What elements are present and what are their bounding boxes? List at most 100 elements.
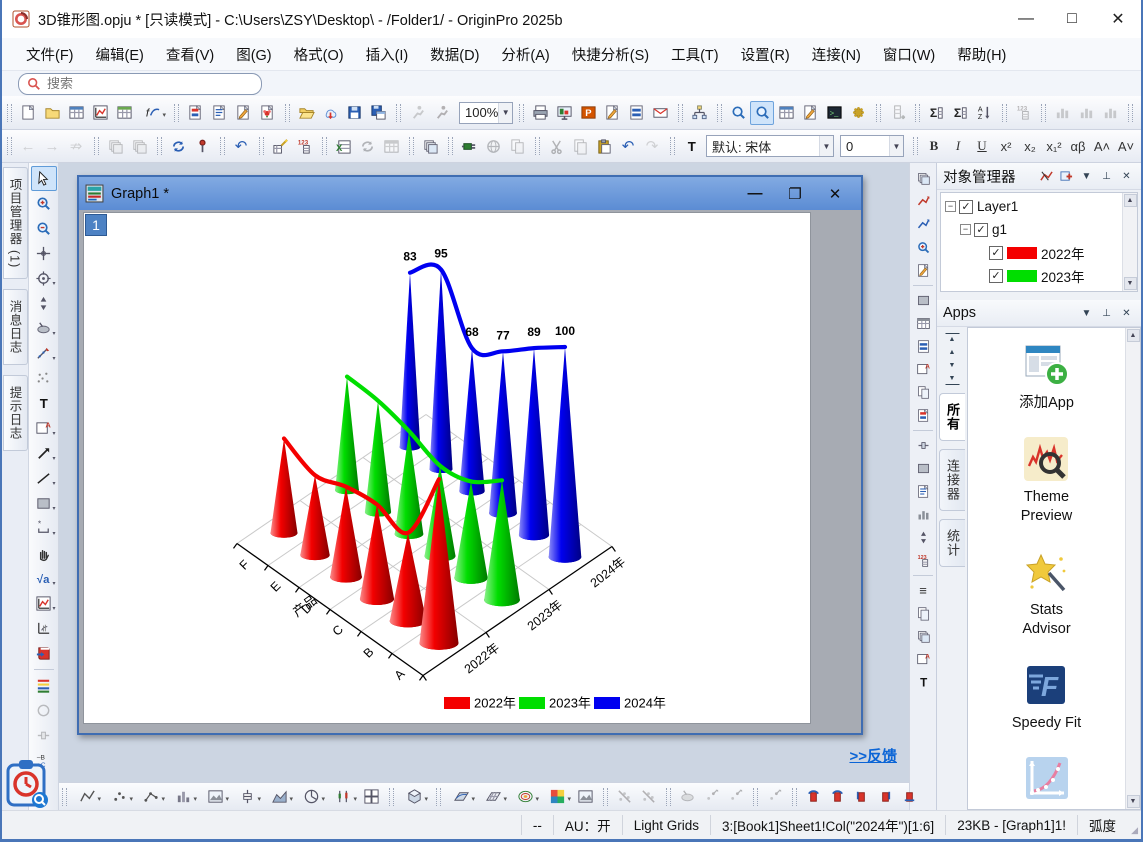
edit-worksheet-icon[interactable] [798, 101, 822, 125]
undo-edit-icon[interactable]: ↶ [616, 134, 640, 158]
apps-scroll-down-icon[interactable]: ▼ [1127, 795, 1140, 808]
line-plot-icon[interactable] [71, 785, 103, 809]
polar-chart-icon[interactable] [295, 785, 327, 809]
zoom-in-tool[interactable] [31, 191, 57, 216]
menu-s[interactable]: 快捷分析(S) [562, 40, 659, 69]
contour-plot-icon[interactable] [509, 785, 541, 809]
graph-window-titlebar[interactable]: Graph1 * — ❐ ✕ [79, 177, 861, 210]
line-tool[interactable] [31, 466, 57, 491]
export-send-icon[interactable] [648, 101, 672, 125]
font-size-combo[interactable]: 0▼ [840, 135, 904, 157]
decrease-font-icon[interactable]: A˅ [1114, 134, 1138, 158]
checkbox-icon[interactable]: ✓ [959, 200, 973, 214]
extract-layers-icon[interactable] [912, 404, 935, 427]
new-graph-icon[interactable] [88, 101, 112, 125]
menu-e[interactable]: 编辑(E) [86, 40, 154, 69]
xy-scale-icon[interactable] [912, 526, 935, 549]
paste-icon[interactable] [592, 134, 616, 158]
message-log-tab[interactable]: 消息日志 [3, 289, 28, 365]
superscript-icon[interactable]: x² [994, 134, 1018, 158]
merge-layers-icon[interactable] [912, 381, 935, 404]
new-legend-icon[interactable]: A [912, 648, 935, 671]
greek-icon[interactable]: αβ [1066, 134, 1090, 158]
import-excel-icon[interactable]: X [331, 134, 355, 158]
apps-scroll-last-icon[interactable]: ▼ [945, 372, 960, 385]
freehand-tool[interactable]: * [31, 516, 57, 541]
cluster-tool[interactable] [31, 366, 57, 391]
increase-font-icon[interactable]: A˄ [1090, 134, 1114, 158]
open-icon[interactable] [40, 101, 64, 125]
graph1-window[interactable]: Graph1 * — ❐ ✕ ABCDEF2022年2023年2024年产品83… [77, 175, 863, 735]
add-layer-icon[interactable]: A [912, 358, 935, 381]
open-folder-icon[interactable] [294, 101, 318, 125]
maximize-button[interactable]: □ [1049, 0, 1095, 38]
menu-v[interactable]: 查看(V) [156, 40, 224, 69]
3d-pie-icon[interactable] [398, 785, 430, 809]
frame-icon[interactable] [912, 457, 935, 480]
menu-w[interactable]: 窗口(W) [873, 40, 945, 69]
screen-capture-widget[interactable] [4, 757, 50, 809]
object-manager-item-2023[interactable]: ✓2023年 [945, 264, 1122, 287]
object-manager-scrollbar[interactable]: ▲ ▼ [1122, 193, 1137, 291]
new-matrix-icon[interactable] [112, 101, 136, 125]
legend-icon[interactable] [912, 480, 935, 503]
date-time-icon[interactable]: 123 [912, 549, 935, 572]
close-button[interactable]: ✕ [1095, 0, 1141, 38]
align-icon[interactable]: ≡ [1138, 134, 1143, 158]
panel-dropdown-icon[interactable]: ▼ [1078, 168, 1095, 185]
image-plot-icon[interactable] [199, 785, 231, 809]
tilt-left-icon[interactable] [849, 785, 873, 809]
apps-pin-icon[interactable]: ⊥ [1098, 305, 1115, 322]
menu-t[interactable]: 工具(T) [661, 40, 729, 69]
menu-o[interactable]: 格式(O) [284, 40, 354, 69]
template-center-icon[interactable] [255, 101, 279, 125]
apps-dropdown-icon[interactable]: ▼ [1078, 305, 1095, 322]
area-chart-icon[interactable] [263, 785, 295, 809]
rescale-axes-icon[interactable] [912, 213, 935, 236]
heatmap-icon[interactable] [541, 785, 573, 809]
insert-graph-tool[interactable] [31, 591, 57, 616]
print-icon[interactable] [528, 101, 552, 125]
import-book-tool[interactable] [31, 641, 57, 666]
sort-icon[interactable]: AZ [972, 101, 996, 125]
statistics-icon[interactable]: Σ [948, 101, 972, 125]
new-notes-icon[interactable] [207, 101, 231, 125]
zoom-combo[interactable]: 100%▼ [459, 102, 513, 124]
tilt-right-icon[interactable] [873, 785, 897, 809]
data-connector-icon[interactable] [457, 134, 481, 158]
3d-wireframe-icon[interactable] [477, 785, 509, 809]
group-objects-icon[interactable] [912, 602, 935, 625]
send-graphs-icon[interactable] [600, 101, 624, 125]
layer1-badge[interactable]: 1 [85, 214, 107, 236]
whole-page-icon[interactable] [912, 289, 935, 312]
new-function-icon[interactable]: f [136, 101, 168, 125]
rotate-cw-icon[interactable] [825, 785, 849, 809]
panel-close-icon[interactable]: ✕ [1118, 168, 1135, 185]
font-combo[interactable]: 默认: 宋体▼ [706, 135, 834, 157]
menu-g[interactable]: 图(G) [226, 40, 281, 69]
layer-contents-icon[interactable] [912, 335, 935, 358]
ruler-icon[interactable] [912, 434, 935, 457]
new-layout-icon[interactable] [231, 101, 255, 125]
panel-pin-icon[interactable]: ⊥ [1098, 168, 1115, 185]
resize-graph-icon[interactable] [912, 190, 935, 213]
draw-data-tool[interactable] [31, 341, 57, 366]
minimize-button[interactable]: — [1003, 0, 1049, 38]
project-explorer-tab[interactable]: 项目管理器 (1) [3, 167, 28, 279]
new-workbook-icon[interactable] [64, 101, 88, 125]
search-input[interactable] [47, 76, 253, 91]
bold-icon[interactable]: B [922, 134, 946, 158]
menu-r[interactable]: 设置(R) [731, 40, 800, 69]
presentation-icon[interactable] [552, 101, 576, 125]
object-manager-item-2022[interactable]: ✓2022年 [945, 241, 1122, 264]
script-window-icon[interactable]: >_ [822, 101, 846, 125]
box-chart-icon[interactable] [231, 785, 263, 809]
app-item-stats-advisor[interactable]: Stats Advisor [1022, 549, 1070, 640]
search-box[interactable] [18, 73, 262, 95]
menu-h[interactable]: 帮助(H) [947, 40, 1016, 69]
status-angle-unit[interactable]: 弧度 [1077, 815, 1127, 835]
apps-scroll-up-icon[interactable]: ▲ [1127, 329, 1140, 342]
graph-restore-button[interactable]: ❐ [775, 181, 815, 207]
data-cursor-tool[interactable] [31, 291, 57, 316]
subscript-icon[interactable]: x₂ [1018, 134, 1042, 158]
